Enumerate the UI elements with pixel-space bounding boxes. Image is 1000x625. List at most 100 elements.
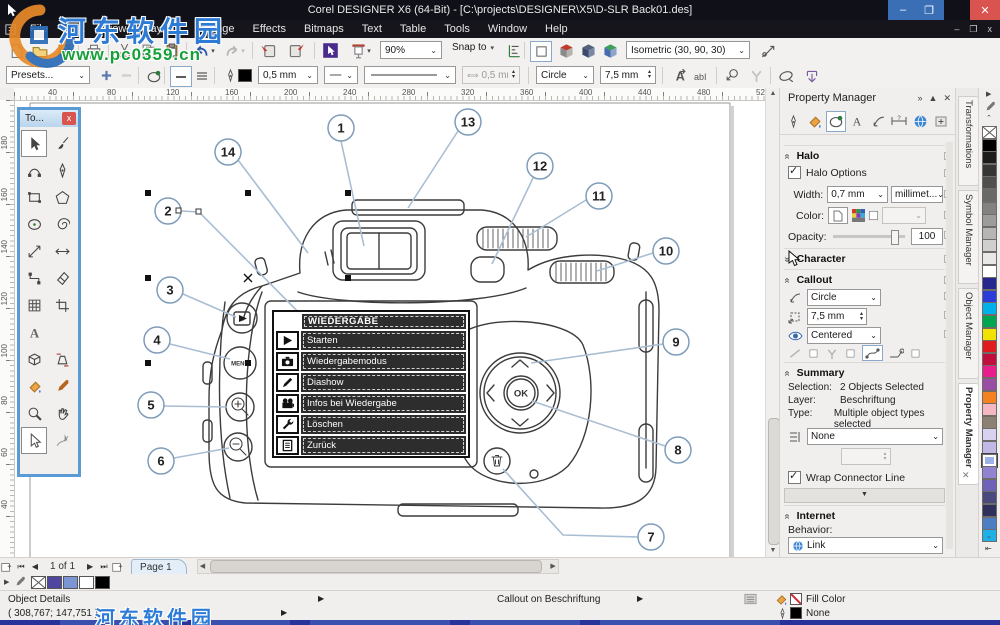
outline-width-combo[interactable]: 0,5 mm ⌄ [258, 66, 318, 84]
callout-shape-combo[interactable]: Circle ⌄ [536, 66, 594, 84]
presets-combo[interactable]: Presets... ⌄ [6, 66, 90, 84]
bezier-leader-icon[interactable] [862, 345, 883, 361]
wrap-outline-icon[interactable] [776, 66, 796, 85]
halo-color-grid-icon[interactable] [852, 209, 865, 222]
ellipse-tool-icon[interactable] [21, 211, 47, 238]
cut-icon[interactable] [114, 41, 134, 60]
color-swatch[interactable] [982, 315, 997, 328]
tab-character-icon[interactable]: A [848, 111, 867, 132]
doc-color-swatch[interactable] [95, 575, 111, 589]
freeform-tool-icon[interactable] [49, 427, 75, 454]
halo-width-units-combo[interactable]: millimet... ⌄ [891, 186, 944, 203]
transform-tool-icon[interactable] [49, 346, 75, 373]
horizontal-ruler[interactable]: 40 80 120 160 200 240 280 320 360 400 440 480 520 [14, 88, 780, 101]
doc-color-swatch[interactable] [79, 575, 95, 589]
text-tool-icon[interactable]: A [21, 319, 47, 346]
color-swatch[interactable] [982, 365, 997, 379]
page-tab[interactable]: Page 1 [131, 558, 187, 575]
menu-bitmaps[interactable]: Bitmaps [295, 21, 353, 37]
hscroll-left-icon[interactable]: ◀ [200, 562, 205, 570]
color-swatch[interactable] [982, 214, 997, 228]
docker-collapse-icon[interactable]: ▲ [929, 93, 938, 104]
copy-icon[interactable] [138, 41, 158, 60]
connector-style-combo[interactable]: None ⌄ [807, 428, 943, 445]
status-expand-2-icon[interactable]: ▶ [637, 594, 643, 603]
palette-flyout-icon[interactable]: ▶ [986, 90, 991, 98]
color-swatch[interactable] [982, 277, 997, 291]
color-swatch[interactable] [982, 252, 997, 265]
pan-tool-icon[interactable] [49, 400, 75, 427]
outline-view-button[interactable] [530, 41, 552, 62]
bezier-tool-icon[interactable] [21, 157, 47, 184]
tab-dimension-icon[interactable]: ? [890, 111, 909, 132]
line-style-multi-button[interactable] [192, 66, 212, 85]
color-swatch[interactable] [982, 441, 997, 454]
color-swatch[interactable] [982, 138, 997, 152]
tab-outline-pen-icon[interactable] [784, 111, 803, 132]
status-expand-1-icon[interactable]: ▶ [318, 594, 324, 603]
halo-options-row[interactable]: Halo Options [788, 164, 943, 179]
add-page-icon[interactable] [0, 561, 14, 573]
dpal-flyout-icon[interactable]: ▶ [0, 578, 13, 586]
canvas-vscrollbar[interactable]: ▲ ▼ [765, 88, 780, 557]
snap-to-dropdown[interactable]: Snap to ▾ [452, 42, 494, 53]
callout-position-combo[interactable]: Centered ⌄ [807, 327, 881, 344]
color-swatch[interactable] [982, 302, 997, 316]
line-style-combo[interactable]: ⌄ [364, 66, 456, 84]
color-swatch[interactable] [982, 151, 997, 165]
palette-eyedropper-icon[interactable] [984, 101, 996, 113]
crop-tool-icon[interactable] [49, 292, 75, 319]
remove-preset-icon[interactable] [116, 66, 136, 85]
hscroll-right-icon[interactable]: ▶ [550, 562, 555, 570]
edit-text-icon[interactable]: abI [692, 66, 712, 85]
doc-close-button[interactable]: x [988, 24, 993, 35]
drop-shadow-icon[interactable] [802, 66, 822, 85]
projection-cube-blue-icon[interactable] [578, 41, 598, 60]
doc-color-swatch[interactable] [63, 575, 79, 589]
color-swatch[interactable] [982, 478, 997, 492]
eraser-tool-icon[interactable] [49, 265, 75, 292]
halo-icon[interactable] [144, 66, 164, 85]
first-page-icon[interactable]: ⏮ [14, 562, 28, 572]
color-swatch[interactable] [982, 516, 997, 530]
text-orientation-icon[interactable]: A [668, 66, 688, 85]
color-swatch[interactable] [982, 390, 997, 404]
color-swatch[interactable] [982, 189, 997, 202]
section-internet[interactable]: «Internet [781, 505, 945, 524]
dpal-eyedropper-icon[interactable] [14, 576, 26, 588]
doc-color-swatch-none[interactable] [31, 575, 47, 589]
color-swatch[interactable] [982, 340, 997, 354]
line-style-single-button[interactable] [170, 66, 192, 87]
halo-options-checkbox[interactable] [788, 164, 801, 179]
section-character[interactable]: «Character [781, 248, 945, 267]
print-icon[interactable] [84, 41, 104, 60]
menu-arrange[interactable]: Arrange [186, 21, 243, 37]
toolbox-close-icon[interactable]: x [62, 112, 76, 125]
halo-on-object-icon[interactable] [722, 66, 742, 85]
color-swatch[interactable] [982, 327, 997, 341]
color-swatch[interactable] [982, 403, 997, 417]
toolbox-titlebar[interactable]: To... x [20, 110, 78, 127]
polygon-tool-icon[interactable] [49, 184, 75, 211]
behavior-combo[interactable]: Link ⌄ [788, 537, 943, 554]
color-swatch[interactable] [982, 176, 997, 190]
add-preset-icon[interactable] [96, 66, 116, 85]
wrap-connector-checkbox[interactable] [788, 469, 801, 484]
status-expand-3-icon[interactable]: ▶ [281, 608, 287, 617]
close-button[interactable]: ✕ [970, 0, 1000, 20]
minimize-button[interactable]: – [890, 0, 916, 20]
spiral-tool-icon[interactable] [49, 211, 75, 238]
3d-tool-icon[interactable] [21, 346, 47, 373]
next-page-icon[interactable]: ▶ [83, 562, 97, 571]
doc-color-swatch[interactable] [47, 575, 63, 589]
section-callout[interactable]: «Callout [781, 269, 945, 288]
rectangle-tool-icon[interactable] [21, 184, 47, 211]
halo-leader-icon[interactable] [888, 347, 904, 360]
tab-internet-icon[interactable] [911, 111, 930, 132]
menu-file[interactable]: File [21, 21, 57, 37]
graph-paper-tool-icon[interactable] [21, 292, 47, 319]
projection-cube-green-icon[interactable] [600, 41, 620, 60]
projection-combo[interactable]: Isometric (30, 90, 30) ⌄ [626, 41, 750, 59]
fill-tool-icon[interactable] [21, 373, 47, 400]
color-swatch[interactable] [982, 504, 997, 517]
